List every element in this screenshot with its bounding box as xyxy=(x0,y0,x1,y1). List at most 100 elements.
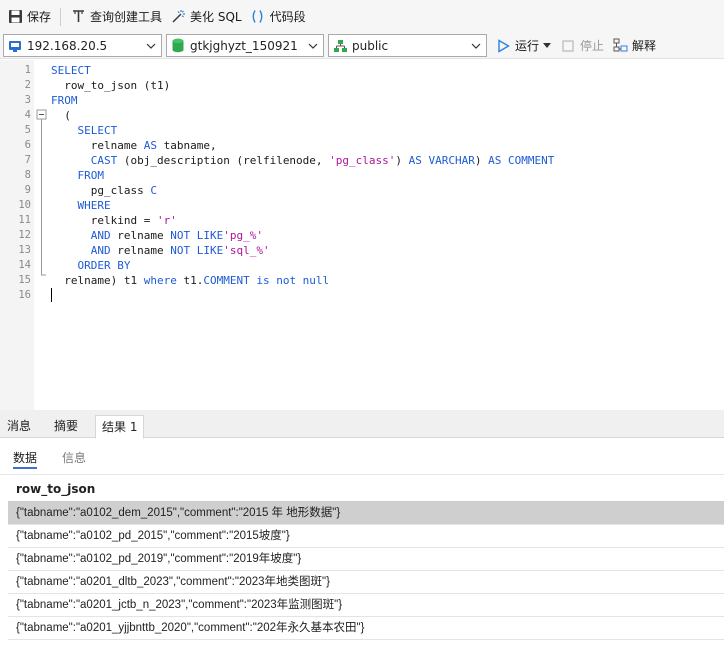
stop-button[interactable]: 停止 xyxy=(556,34,608,58)
sql-token: ) xyxy=(474,154,489,167)
code-line: 11 relkind = 'r' xyxy=(0,213,724,228)
sql-token: ) xyxy=(395,154,409,167)
table-row[interactable]: {"tabname":"a0201_jctb_n_2023","comment"… xyxy=(8,594,724,617)
code-line: 6 relname AS tabname, xyxy=(0,138,724,153)
database-name: gtkjghyzt_150921 xyxy=(190,38,298,53)
sql-keyword: AS VARCHAR xyxy=(408,154,475,167)
code-text: ORDER BY xyxy=(51,258,131,273)
sql-keyword: SELECT xyxy=(51,64,91,77)
schema-select[interactable]: public xyxy=(328,34,487,57)
code-text: pg_class C xyxy=(51,183,157,198)
subtab-info[interactable]: 信息 xyxy=(62,449,86,469)
code-text: AND relname NOT LIKE'sql_%' xyxy=(51,243,270,258)
query-builder-label: 查询创建工具 xyxy=(90,10,163,24)
code-text: WHERE xyxy=(51,198,111,213)
run-label: 运行 xyxy=(515,39,540,53)
database-select[interactable]: gtkjghyzt_150921 xyxy=(166,34,324,57)
code-line: 13 AND relname NOT LIKE'sql_%' xyxy=(0,243,724,258)
line-number: 10 xyxy=(18,199,31,211)
sql-token: t1. xyxy=(176,274,204,287)
tab-messages[interactable]: 消息 xyxy=(1,415,37,439)
sql-keyword: ORDER BY xyxy=(77,259,131,272)
beautify-sql-label: 美化 SQL xyxy=(190,10,242,24)
sql-keyword: C xyxy=(150,184,157,197)
line-number: 12 xyxy=(18,229,31,241)
sql-string: 'pg_class' xyxy=(329,154,396,167)
table-row[interactable]: {"tabname":"a0102_pd_2015","comment":"20… xyxy=(8,525,724,548)
query-builder-button[interactable]: 查询创建工具 xyxy=(66,5,166,29)
sql-keyword: AND xyxy=(90,244,111,257)
sql-token: relname xyxy=(51,139,144,152)
code-line: 7 CAST (obj_description (relfilenode, 'p… xyxy=(0,153,724,168)
code-line: 15 relname) t1 where t1.COMMENT is not n… xyxy=(0,273,724,288)
stop-icon xyxy=(560,38,576,54)
play-icon xyxy=(495,38,511,54)
magic-wand-icon xyxy=(170,9,186,25)
table-row[interactable]: {"tabname":"a0201_yjjbnttb_2020","commen… xyxy=(8,617,724,640)
code-snippet-button[interactable]: 代码段 xyxy=(246,5,310,29)
explain-button[interactable]: 解释 xyxy=(608,34,660,58)
sql-token: relname xyxy=(110,229,171,242)
save-icon xyxy=(7,9,23,25)
code-text: relname) t1 where t1.COMMENT is not null xyxy=(51,273,329,288)
sql-token: (obj_description (relfilenode, xyxy=(117,154,330,167)
brackets-icon xyxy=(250,9,266,25)
code-text: relname AS tabname, xyxy=(51,138,217,153)
tab-result-1[interactable]: 结果 1 xyxy=(95,415,145,439)
code-text: SELECT xyxy=(51,123,118,138)
stop-label: 停止 xyxy=(580,39,605,53)
subtab-data[interactable]: 数据 xyxy=(13,449,38,469)
code-line: 8 FROM xyxy=(0,168,724,183)
code-line: 9 pg_class C xyxy=(0,183,724,198)
chevron-down-icon xyxy=(306,39,320,53)
sql-keyword: where xyxy=(143,274,177,287)
code-line: 5 SELECT xyxy=(0,123,724,138)
code-line: 2 row_to_json (t1) xyxy=(0,78,724,93)
code-lines: 1 SELECT 2 row_to_json (t1) 3 FROM 4 (5 SELEC… xyxy=(0,63,724,303)
tab-summary[interactable]: 摘要 xyxy=(48,415,84,439)
run-button[interactable]: 运行 xyxy=(491,34,556,58)
main-toolbar: 保存 查询创建工具 美化 SQL 代码段 xyxy=(0,0,724,33)
table-row[interactable]: {"tabname":"a0201_dltb_2023","comment":"… xyxy=(8,571,724,594)
table-row[interactable]: {"tabname":"a0102_dem_2015","comment":"2… xyxy=(8,502,724,525)
code-line: 16 xyxy=(0,288,724,303)
sql-token: relname xyxy=(110,244,171,257)
code-text: relkind = 'r' xyxy=(51,213,177,228)
code-text: AND relname NOT LIKE'pg_%' xyxy=(51,228,263,243)
save-button[interactable]: 保存 xyxy=(3,5,55,29)
sql-token: tabname, xyxy=(156,139,217,152)
sql-editor[interactable]: 1 SELECT 2 row_to_json (t1) 3 FROM 4 (5 SELEC… xyxy=(0,60,724,410)
connection-select[interactable]: 192.168.20.5 xyxy=(3,34,162,57)
sql-string: 'sql_%' xyxy=(223,244,270,257)
result-grid: row_to_json {"tabname":"a0102_dem_2015",… xyxy=(8,477,724,640)
sql-keyword: NOT LIKE xyxy=(170,229,224,242)
sql-token: row_to_json (t1) xyxy=(51,79,171,92)
line-number: 7 xyxy=(24,154,31,166)
schema-name: public xyxy=(352,38,389,53)
sql-string: 'r' xyxy=(156,214,177,227)
connection-host: 192.168.20.5 xyxy=(27,38,108,53)
line-number: 8 xyxy=(24,169,31,181)
toolbar-divider xyxy=(60,7,62,26)
code-text: CAST (obj_description (relfilenode, 'pg_… xyxy=(51,153,555,168)
code-snippet-label: 代码段 xyxy=(269,10,306,24)
column-header-row-to-json[interactable]: row_to_json xyxy=(8,477,724,502)
chevron-down-icon xyxy=(144,39,158,53)
line-number: 9 xyxy=(24,184,31,196)
caret-down-icon[interactable] xyxy=(542,38,552,54)
table-row[interactable]: {"tabname":"a0102_pd_2019","comment":"20… xyxy=(8,548,724,571)
code-text: row_to_json (t1) xyxy=(51,78,170,93)
code-text: ( xyxy=(51,108,71,123)
sql-keyword: WHERE xyxy=(77,199,111,212)
sql-token: pg_class xyxy=(51,184,151,197)
result-tab-bar: 消息 摘要 结果 1 xyxy=(0,410,724,439)
beautify-sql-button[interactable]: 美化 SQL xyxy=(166,5,246,29)
sql-string: 'pg_%' xyxy=(223,229,263,242)
